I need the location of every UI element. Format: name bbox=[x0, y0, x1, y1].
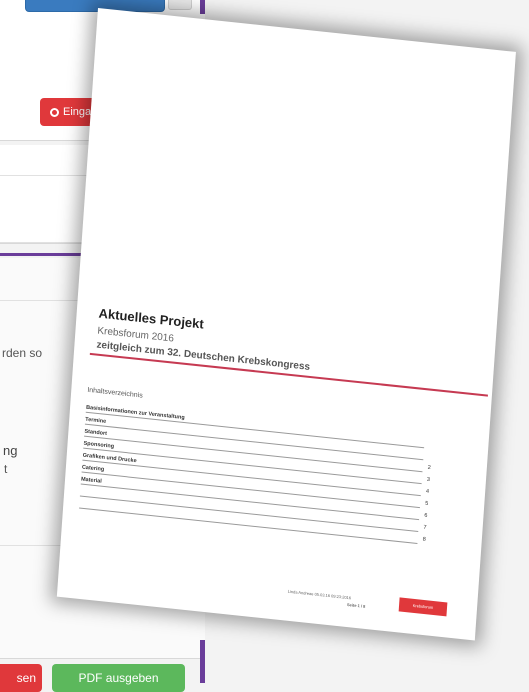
text-fragment: ng bbox=[3, 443, 18, 458]
table-of-contents: Basisinformationen zur Veranstaltung Ter… bbox=[79, 400, 431, 545]
primary-button-top[interactable] bbox=[25, 0, 165, 12]
pdf-export-button[interactable]: PDF ausgeben bbox=[52, 664, 185, 692]
document-footer: Linda Andreae 05.03.16 09:23:2016 bbox=[287, 588, 352, 601]
document-page: Aktuelles Projekt Krebsforum 2016 zeitgl… bbox=[56, 8, 516, 641]
document-stamp: Krebsforum bbox=[398, 597, 448, 617]
purple-divider bbox=[200, 0, 205, 14]
document-preview: Aktuelles Projekt Krebsforum 2016 zeitgl… bbox=[56, 8, 526, 642]
secondary-button-top[interactable] bbox=[168, 0, 192, 10]
circle-icon bbox=[50, 108, 59, 117]
text-fragment: rden so bbox=[2, 346, 43, 360]
text-fragment: t bbox=[4, 462, 8, 476]
secondary-action-button[interactable]: sen bbox=[0, 664, 42, 692]
purple-divider bbox=[200, 640, 205, 683]
toc-heading: Inhaltsverzeichnis bbox=[87, 386, 143, 400]
page-number: Seite 1 / 8 bbox=[346, 601, 366, 609]
